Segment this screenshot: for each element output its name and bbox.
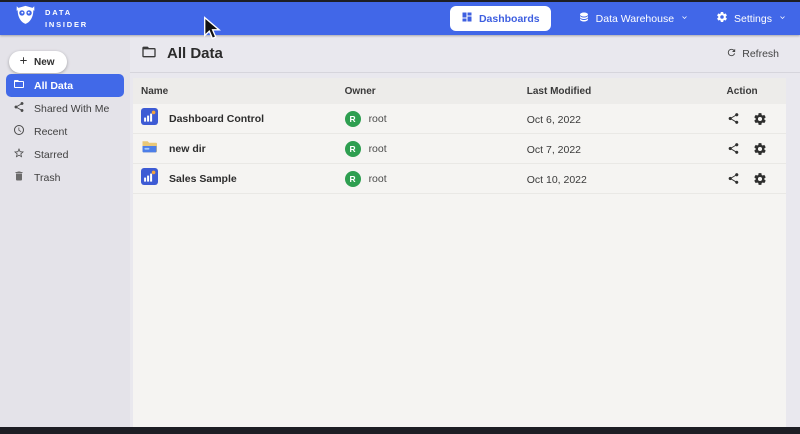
brand-logo: DATA INSIDER	[13, 4, 88, 34]
folder-icon	[13, 78, 25, 93]
column-header-owner: Owner	[345, 86, 527, 97]
column-header-last-modified: Last Modified	[527, 86, 727, 97]
clock-icon	[13, 124, 25, 139]
folder-file-icon	[141, 138, 158, 160]
dashboard-file-icon	[141, 168, 158, 190]
sidebar-item-trash[interactable]: Trash	[6, 166, 124, 189]
owner-avatar: R	[345, 171, 361, 187]
last-modified-date: Oct 7, 2022	[527, 144, 581, 156]
table-row[interactable]: Sales Sample R root Oct 10, 2022	[133, 164, 786, 194]
dashboard-file-icon	[141, 108, 158, 130]
sidebar-item-shared-with-me[interactable]: Shared With Me	[6, 97, 124, 120]
data-warehouse-menu[interactable]: Data Warehouse	[578, 11, 689, 26]
window-top-edge	[0, 0, 800, 2]
navbar-actions: Dashboards Data Warehouse Settings	[450, 6, 787, 31]
gear-icon	[716, 11, 728, 26]
sidebar-nav: All Data Shared With Me Recent Starred	[0, 74, 130, 189]
last-modified-date: Oct 6, 2022	[527, 114, 581, 126]
chevron-down-icon	[680, 13, 689, 25]
gear-action-icon[interactable]	[753, 112, 767, 126]
settings-menu[interactable]: Settings	[716, 11, 787, 26]
plus-icon	[18, 55, 29, 69]
column-header-action: Action	[727, 86, 786, 97]
main-content: All Data Refresh Name Owner Last Modifie…	[130, 35, 800, 427]
file-name: Sales Sample	[169, 173, 237, 185]
sidebar: New All Data Shared With Me Recent	[0, 35, 130, 427]
share-action-icon[interactable]	[727, 172, 740, 185]
sidebar-item-all-data[interactable]: All Data	[6, 74, 124, 97]
refresh-icon	[726, 47, 737, 61]
share-action-icon[interactable]	[727, 112, 740, 125]
app-window: DATA INSIDER Dashboards Data Warehouse	[0, 0, 800, 434]
owner-name: root	[369, 113, 387, 125]
last-modified-date: Oct 10, 2022	[527, 174, 587, 186]
new-button[interactable]: New	[9, 51, 67, 73]
database-icon	[578, 11, 590, 26]
gear-action-icon[interactable]	[753, 172, 767, 186]
table-row[interactable]: Dashboard Control R root Oct 6, 2022	[133, 104, 786, 134]
owl-logo-icon	[13, 4, 38, 34]
owner-name: root	[369, 143, 387, 155]
owner-name: root	[369, 173, 387, 185]
refresh-button[interactable]: Refresh	[726, 47, 779, 61]
file-name: new dir	[169, 143, 206, 155]
trash-icon	[13, 170, 25, 185]
share-action-icon[interactable]	[727, 142, 740, 155]
share-icon	[13, 101, 25, 116]
owner-avatar: R	[345, 141, 361, 157]
file-table-card: Name Owner Last Modified Action Dashboar…	[133, 78, 786, 427]
brand-name: DATA INSIDER	[45, 7, 88, 30]
owner-avatar: R	[345, 111, 361, 127]
page-title: All Data	[141, 44, 223, 64]
file-name: Dashboard Control	[169, 113, 264, 125]
folder-icon	[141, 44, 157, 64]
dashboard-grid-icon	[461, 11, 473, 26]
chevron-down-icon	[778, 13, 787, 25]
sidebar-item-recent[interactable]: Recent	[6, 120, 124, 143]
column-header-name: Name	[133, 86, 345, 97]
dashboards-button[interactable]: Dashboards	[450, 6, 551, 31]
window-bottom-edge	[0, 427, 800, 434]
table-header: Name Owner Last Modified Action	[133, 78, 786, 104]
sidebar-item-starred[interactable]: Starred	[6, 143, 124, 166]
table-row[interactable]: new dir R root Oct 7, 2022	[133, 134, 786, 164]
gear-action-icon[interactable]	[753, 142, 767, 156]
top-navbar: DATA INSIDER Dashboards Data Warehouse	[0, 2, 800, 35]
star-icon	[13, 147, 25, 162]
page-header: All Data Refresh	[130, 35, 800, 73]
